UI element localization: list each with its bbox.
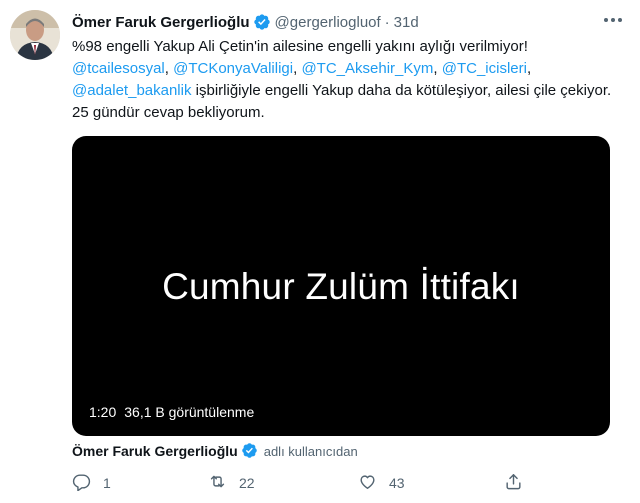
retweet-icon [208, 472, 227, 494]
like-icon [358, 472, 377, 494]
share-button[interactable] [504, 472, 523, 494]
mention-link[interactable]: @adalet_bakanlik [72, 82, 191, 99]
like-count: 43 [389, 475, 405, 491]
separator: · [384, 13, 390, 31]
attribution-name[interactable]: Ömer Faruk Gergerlioğlu [72, 443, 238, 459]
attribution-suffix: adlı kullanıcıdan [263, 443, 358, 459]
retweet-button[interactable]: 22 [208, 472, 255, 494]
mention-link[interactable]: @TC_icisleri [442, 60, 527, 77]
share-icon [504, 472, 523, 494]
verified-badge-icon [241, 442, 259, 460]
mention-link[interactable]: @TC_Aksehir_Kym [301, 60, 433, 77]
author-handle[interactable]: @gergerliogluof [275, 14, 381, 31]
author-name[interactable]: Ömer Faruk Gergerlioğlu [72, 14, 250, 31]
reply-icon [72, 472, 91, 494]
tweet-header: Ömer Faruk Gergerlioğlu @gergerliogluof … [72, 10, 628, 34]
mention-link[interactable]: @TCKonyaValiligi [173, 60, 293, 77]
video-duration: 1:20 [89, 404, 117, 420]
video-player[interactable]: Cumhur Zulüm İttifakı 1:20 36,1 B görünt… [72, 136, 610, 436]
timestamp[interactable]: 31d [394, 14, 419, 31]
tweet-text-line1: %98 engelli Yakup Ali Çetin'in ailesine … [72, 38, 528, 55]
reply-count: 1 [103, 475, 111, 491]
like-button[interactable]: 43 [358, 472, 405, 494]
verified-badge-icon [253, 13, 271, 31]
mention-link[interactable]: @tcailesosyal [72, 60, 165, 77]
reply-button[interactable]: 1 [72, 472, 111, 494]
video-attribution: Ömer Faruk Gergerlioğlu adlı kullanıcıda… [72, 442, 358, 460]
action-bar: 1 22 43 [72, 472, 532, 496]
retweet-count: 22 [239, 475, 255, 491]
video-meta: 1:20 36,1 B görüntülenme [89, 404, 254, 420]
avatar[interactable] [10, 10, 60, 60]
video-views: 36,1 B görüntülenme [124, 404, 255, 420]
video-title: Cumhur Zulüm İttifakı [162, 266, 520, 307]
tweet-text: %98 engelli Yakup Ali Çetin'in ailesine … [72, 38, 612, 121]
tweet[interactable]: Ömer Faruk Gergerlioğlu @gergerliogluof … [0, 0, 640, 503]
